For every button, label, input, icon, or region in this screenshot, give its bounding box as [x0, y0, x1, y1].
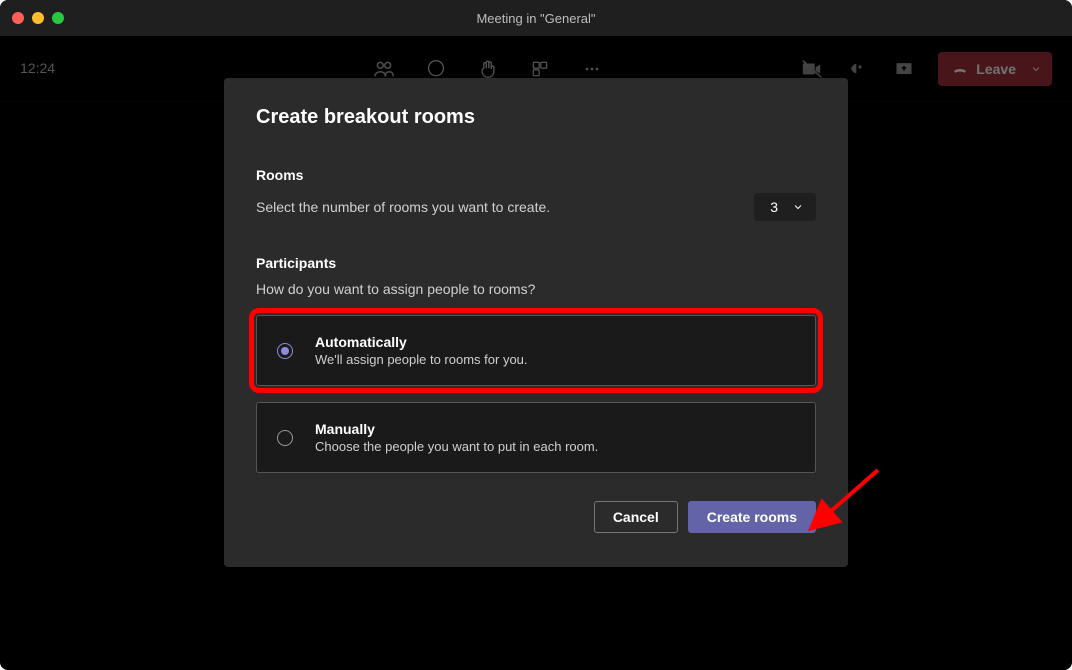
rooms-section-desc: Select the number of rooms you want to c… — [256, 199, 550, 215]
dialog-actions: Cancel Create rooms — [256, 501, 816, 533]
chevron-down-icon — [1030, 63, 1042, 75]
titlebar: Meeting in "General" — [0, 0, 1072, 36]
app-window: Meeting in "General" 12:24 — [0, 0, 1072, 670]
window-title: Meeting in "General" — [0, 11, 1072, 26]
participants-section-label: Participants — [256, 255, 816, 271]
room-count-value: 3 — [770, 199, 778, 215]
room-count-select[interactable]: 3 — [754, 193, 816, 221]
share-screen-icon[interactable] — [892, 57, 916, 81]
more-actions-icon[interactable] — [580, 57, 604, 81]
option-automatically-title: Automatically — [315, 334, 528, 350]
close-window-button[interactable] — [12, 12, 24, 24]
radio-automatically[interactable] — [277, 343, 293, 359]
create-rooms-button[interactable]: Create rooms — [688, 501, 816, 533]
meeting-timer: 12:24 — [20, 60, 55, 76]
chevron-down-icon — [792, 201, 804, 213]
leave-button[interactable]: Leave — [938, 52, 1052, 86]
people-icon[interactable] — [372, 57, 396, 81]
fullscreen-window-button[interactable] — [52, 12, 64, 24]
create-breakout-rooms-dialog: Create breakout rooms Rooms Select the n… — [224, 78, 848, 567]
participants-section-desc: How do you want to assign people to room… — [256, 281, 816, 297]
option-manually-sub: Choose the people you want to put in eac… — [315, 439, 598, 454]
breakout-rooms-icon[interactable] — [528, 57, 552, 81]
radio-manually[interactable] — [277, 430, 293, 446]
cancel-button[interactable]: Cancel — [594, 501, 678, 533]
rooms-section-label: Rooms — [256, 167, 816, 183]
camera-off-icon[interactable] — [800, 57, 824, 81]
option-manually-title: Manually — [315, 421, 598, 437]
leave-button-label: Leave — [976, 61, 1016, 77]
raise-hand-icon[interactable] — [476, 57, 500, 81]
mic-off-icon[interactable] — [846, 57, 870, 81]
minimize-window-button[interactable] — [32, 12, 44, 24]
hang-up-icon — [952, 61, 968, 77]
mac-traffic-lights — [12, 12, 64, 24]
option-automatically[interactable]: Automatically We'll assign people to roo… — [256, 315, 816, 386]
dialog-title: Create breakout rooms — [256, 106, 816, 129]
chat-icon[interactable] — [424, 57, 448, 81]
toolbar-center-group — [372, 57, 604, 81]
option-automatically-sub: We'll assign people to rooms for you. — [315, 352, 528, 367]
option-manually[interactable]: Manually Choose the people you want to p… — [256, 402, 816, 473]
